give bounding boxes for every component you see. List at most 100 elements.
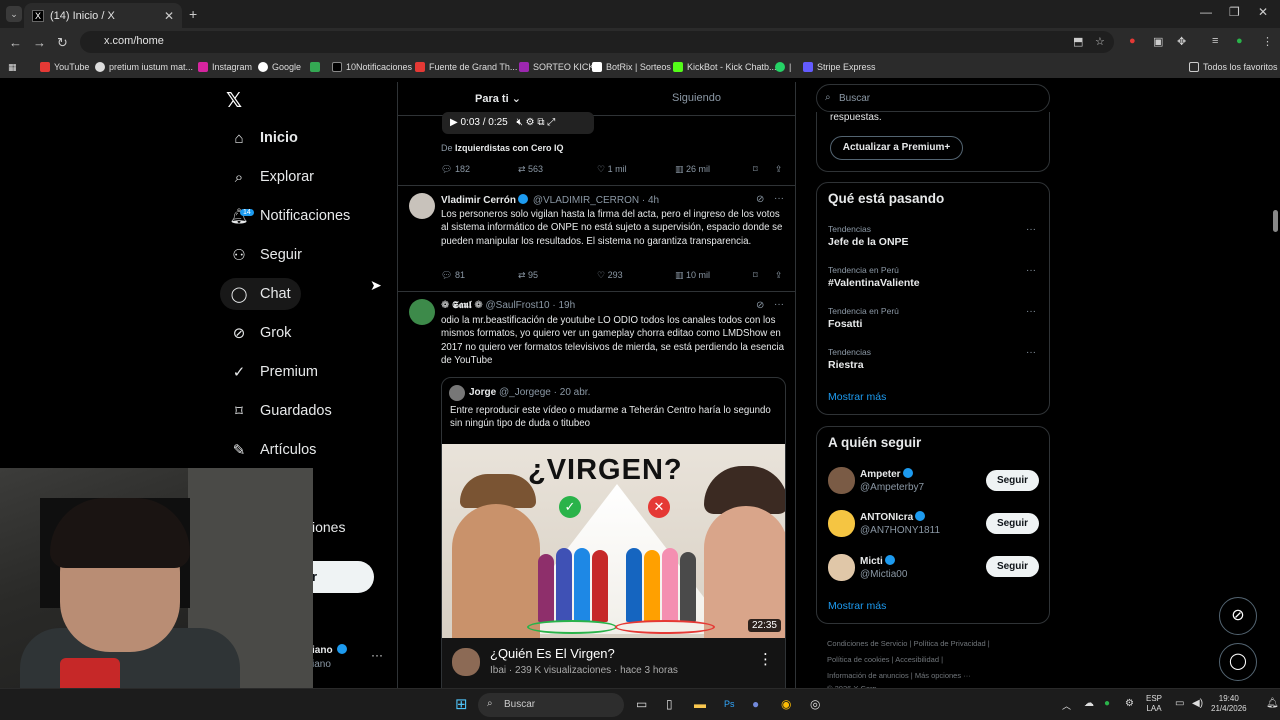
install-icon[interactable]: ⬒	[1073, 35, 1083, 48]
volume-icon[interactable]: ◀)	[1192, 698, 1203, 709]
share-icon[interactable]: ⇪	[775, 270, 783, 281]
bookmark-instagram[interactable]: Instagram	[198, 62, 252, 72]
task-view-icon[interactable]: ▭	[636, 697, 647, 711]
nav-item-follow[interactable]: ⚇ Seguir	[220, 239, 312, 271]
tray-arrow-icon[interactable]: ︿	[1062, 699, 1071, 712]
tray-icon[interactable]: ☁	[1084, 698, 1094, 709]
x-logo-icon[interactable]: 𝕏	[226, 88, 242, 113]
follow-button[interactable]: Seguir	[986, 513, 1039, 534]
video-player[interactable]: ▶ 0:03 / 0:25 🔇︎ ⚙ ⧉ ⤢	[442, 112, 594, 134]
address-bar[interactable]: x.com/home	[80, 31, 1114, 53]
upgrade-premium-button[interactable]: Actualizar a Premium+	[830, 136, 963, 160]
fullscreen-icon[interactable]: ⤢	[547, 117, 555, 128]
nav-item-more-partial[interactable]: iones	[312, 519, 345, 535]
nav-item-articles[interactable]: ✎ Artículos	[220, 434, 326, 466]
more-icon[interactable]: ···	[1026, 306, 1036, 317]
app-icon[interactable]: ▯	[666, 697, 673, 711]
all-bookmarks[interactable]: Todos los favoritos	[1189, 62, 1278, 72]
avatar[interactable]	[409, 193, 435, 219]
repost-button[interactable]: ⇄ 95	[518, 270, 538, 281]
more-icon[interactable]: ···	[1026, 265, 1036, 276]
more-icon[interactable]: ···	[1026, 224, 1036, 235]
back-icon[interactable]: ←	[9, 35, 22, 50]
extension-icon[interactable]: ●	[1129, 35, 1136, 47]
bookmark-icon[interactable]: ⌑	[753, 164, 758, 175]
nav-item-premium[interactable]: ✓ Premium	[220, 356, 328, 388]
more-icon[interactable]: ···	[1026, 347, 1036, 358]
grok-explain-icon[interactable]: ⊘	[756, 194, 764, 205]
volume-icon[interactable]: 🔇︎	[517, 117, 523, 128]
bookmark-icon[interactable]: ⌑	[753, 270, 758, 281]
file-explorer-icon[interactable]: ▬	[694, 697, 706, 711]
close-window-icon[interactable]: ✕	[1258, 5, 1268, 19]
reply-button[interactable]: 💬︎ 81	[441, 270, 465, 281]
network-icon[interactable]: ▭	[1175, 698, 1184, 709]
nav-item-explore[interactable]: ⌕ Explorar	[220, 161, 324, 193]
tab-for-you[interactable]: Para ti ⌄	[475, 92, 521, 105]
search-input[interactable]: ⌕ Buscar	[816, 84, 1050, 112]
windows-start-icon[interactable]: ⊞	[455, 695, 468, 713]
show-more-follow-link[interactable]: Mostrar más	[828, 600, 886, 612]
footer-links[interactable]: Información de anuncios | Más opciones ·…	[827, 671, 971, 680]
views-button[interactable]: ▥ 26 mil	[675, 164, 710, 175]
like-button[interactable]: ♡ 293	[597, 270, 623, 281]
video-source[interactable]: De Izquierdistas con Cero IQ	[441, 143, 564, 153]
notification-bell-icon[interactable]: 🔔︎	[1266, 698, 1279, 709]
show-more-trends-link[interactable]: Mostrar más	[828, 391, 886, 403]
share-icon[interactable]: ⇪	[775, 164, 783, 175]
bookmark-whatsapp-icon[interactable]: |	[775, 62, 791, 72]
more-icon[interactable]: ···	[774, 193, 784, 204]
avatar[interactable]	[828, 467, 855, 494]
star-icon[interactable]: ☆	[1095, 35, 1105, 48]
settings-icon[interactable]: ⚙	[526, 117, 535, 128]
pip-icon[interactable]: ⧉	[537, 117, 544, 128]
reply-button[interactable]: 💬︎ 182	[441, 164, 470, 175]
video-thumbnail[interactable]: ¿VIRGEN? ✓ ✕ 22:35	[442, 444, 785, 638]
tray-icon[interactable]: ●	[1104, 698, 1110, 709]
forward-icon[interactable]: →	[33, 35, 46, 50]
bookmark-google-drive-icon[interactable]	[310, 62, 324, 72]
quoted-tweet[interactable]: Jorge @_Jorgege · 20 abr. Entre reproduc…	[441, 377, 786, 688]
reload-icon[interactable]: ↻	[57, 35, 68, 51]
obs-icon[interactable]: ◎	[810, 697, 820, 711]
trend-item[interactable]: Fosatti	[828, 318, 862, 330]
menu-icon[interactable]: ⋮	[1262, 35, 1273, 48]
nav-item-chat[interactable]: ◯ Chat	[220, 278, 301, 310]
follow-button[interactable]: Seguir	[986, 556, 1039, 577]
bookmark-kickbot[interactable]: KickBot - Kick Chatb...	[673, 62, 777, 72]
more-icon[interactable]: ···	[774, 299, 784, 310]
tab-following[interactable]: Siguiendo	[672, 92, 721, 104]
nav-item-notifications[interactable]: 🔔︎ 14 Notificaciones	[220, 200, 360, 232]
footer-links[interactable]: Condiciones de Servicio | Política de Pr…	[827, 639, 990, 648]
chat-float-button[interactable]: ◯	[1219, 643, 1257, 681]
scrollbar-thumb[interactable]	[1273, 210, 1278, 232]
grok-explain-icon[interactable]: ⊘	[756, 300, 764, 311]
footer-links[interactable]: Política de cookies | Accesibilidad |	[827, 655, 943, 664]
views-button[interactable]: ▥ 10 mil	[675, 270, 710, 281]
repost-button[interactable]: ⇄ 563	[518, 164, 543, 175]
discord-icon[interactable]: ●	[752, 697, 759, 711]
avatar[interactable]	[828, 510, 855, 537]
tab-search-icon[interactable]: ⌄	[6, 6, 22, 22]
bookmark-10notificaciones[interactable]: 10Notificaciones	[332, 62, 412, 72]
follow-name[interactable]: ANTONIcra	[860, 511, 927, 523]
new-tab-icon[interactable]: +	[189, 6, 197, 22]
browser-tab[interactable]: X (14) Inicio / X ✕	[24, 3, 182, 28]
bookmark-pretium[interactable]: pretium iustum mat...	[95, 62, 193, 72]
bookmark-fuente[interactable]: Fuente de Grand Th...	[415, 62, 517, 72]
tray-icon[interactable]: ⚙	[1125, 698, 1134, 709]
nav-item-home[interactable]: ⌂ Inicio	[220, 122, 308, 154]
photoshop-icon[interactable]: Ps	[724, 699, 735, 709]
bookmark-botrix[interactable]: BotRix | Sorteos	[592, 62, 671, 72]
nav-item-bookmarks[interactable]: ⌑ Guardados	[220, 395, 342, 427]
clock[interactable]: 19:40 21/4/2026	[1211, 694, 1247, 714]
follow-name[interactable]: Ampeter	[860, 468, 915, 480]
follow-button[interactable]: Seguir	[986, 470, 1039, 491]
chrome-icon[interactable]: ◉	[781, 697, 791, 711]
language-indicator[interactable]: ESP LAA	[1146, 694, 1162, 714]
trend-item[interactable]: Riestra	[828, 359, 864, 371]
like-button[interactable]: ♡ 1 mil	[597, 164, 627, 175]
follow-name[interactable]: Micti	[860, 555, 897, 567]
play-icon[interactable]: ▶	[450, 117, 458, 128]
media-icon[interactable]: ≡	[1212, 35, 1218, 47]
